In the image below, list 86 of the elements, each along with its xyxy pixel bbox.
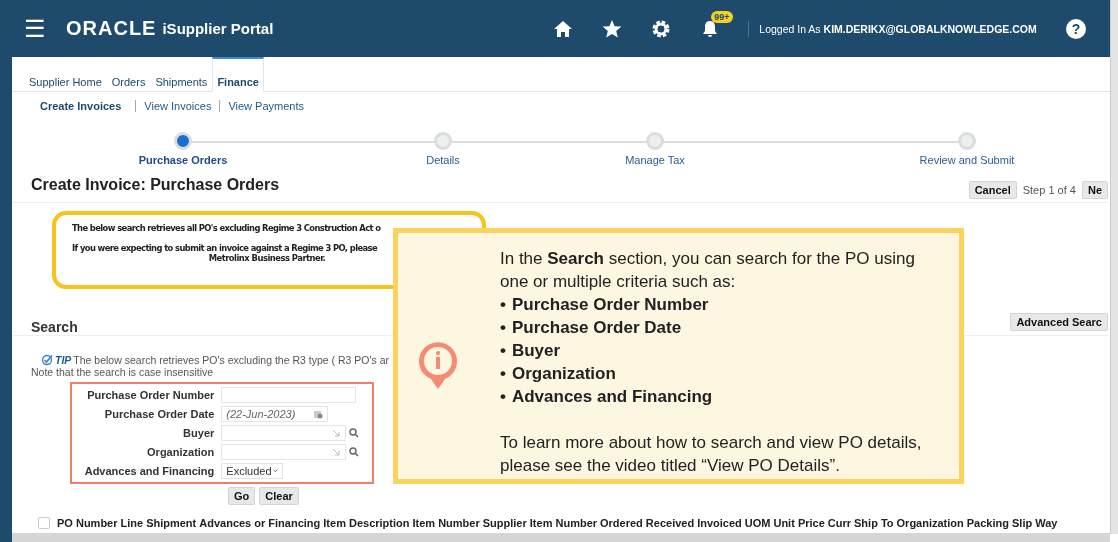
tab[interactable]: Finance bbox=[212, 57, 264, 92]
tip-text: The below search retrieves PO's excluding the R3 type ( R3 PO's ar bbox=[73, 354, 389, 366]
callout-text: To learn more about how to search and view PO details, please see the video titled “View PO Details”. bbox=[500, 432, 923, 477]
select-all-checkbox[interactable] bbox=[38, 517, 50, 529]
step-label[interactable]: Review and Submit bbox=[919, 154, 1015, 166]
form-button[interactable]: Go bbox=[228, 487, 256, 505]
lookup-field[interactable] bbox=[221, 444, 347, 460]
subtab-link[interactable]: View Payments bbox=[219, 100, 312, 112]
column-header[interactable]: Line bbox=[120, 517, 144, 529]
callout-item: Organization bbox=[511, 363, 616, 385]
settings-icon[interactable] bbox=[651, 18, 672, 39]
lookup-field[interactable] bbox=[221, 425, 347, 441]
column-header[interactable]: Advances or Financing bbox=[199, 517, 321, 529]
field-label: Purchase Order Date bbox=[103, 408, 215, 420]
callout-item: Purchase Order Date bbox=[511, 317, 682, 339]
user-label: Logged In As KIM.DERIKX@GLOBALKNOWLEDGE.COM bbox=[759, 22, 1037, 35]
tab[interactable]: Supplier Home bbox=[24, 57, 107, 91]
notice-text: Metrolinx Business Partner. bbox=[207, 253, 327, 263]
bullet: • bbox=[500, 294, 506, 316]
step-indicator: Step 1 of 4 bbox=[1022, 184, 1076, 196]
step-label[interactable]: Details bbox=[426, 154, 460, 166]
step-marker[interactable] bbox=[646, 132, 664, 150]
bullet: • bbox=[500, 317, 506, 339]
vertical-scrollbar[interactable] bbox=[1110, 0, 1118, 534]
callout-text: In the Search section, you can search for the PO using one or multiple criteria such as: bbox=[500, 248, 916, 293]
form-button[interactable]: Clear bbox=[259, 487, 299, 505]
bullet: • bbox=[500, 386, 506, 408]
column-header[interactable]: Curr bbox=[827, 517, 852, 529]
star-icon[interactable] bbox=[602, 18, 623, 39]
next-button[interactable]: Ne bbox=[1081, 181, 1108, 199]
subtab-link[interactable]: View Invoices bbox=[135, 100, 220, 112]
callout-item: Purchase Order Number bbox=[511, 294, 709, 316]
horizontal-scrollbar[interactable] bbox=[12, 533, 1110, 542]
notification-badge: 99+ bbox=[711, 10, 733, 23]
column-header[interactable]: Item Number bbox=[412, 517, 480, 529]
logo: ORACLE bbox=[66, 17, 157, 40]
column-header[interactable]: Ordered bbox=[600, 517, 643, 529]
field-label: Organization bbox=[146, 446, 215, 458]
bullet: • bbox=[500, 363, 506, 385]
column-header[interactable]: Invoiced bbox=[697, 517, 742, 529]
section-title: Search bbox=[31, 319, 78, 335]
step-marker[interactable] bbox=[174, 132, 192, 150]
field-label: Purchase Order Number bbox=[86, 389, 215, 401]
bullet: • bbox=[500, 340, 506, 362]
arrow-icon bbox=[331, 428, 342, 438]
tab[interactable]: Orders bbox=[106, 57, 151, 91]
field-label: Buyer bbox=[182, 427, 215, 439]
column-header[interactable]: Received bbox=[645, 517, 695, 529]
arrow-icon bbox=[331, 447, 342, 457]
step-marker[interactable] bbox=[958, 132, 976, 150]
note-text: Note that the search is case insensitive bbox=[31, 366, 214, 378]
dropdown[interactable]: Excluded bbox=[221, 463, 284, 479]
column-header[interactable]: UOM bbox=[744, 517, 771, 529]
column-header[interactable]: Unit Price bbox=[773, 517, 825, 529]
menu-button[interactable]: ☰ bbox=[24, 16, 46, 41]
column-header[interactable]: Supplier Item Number bbox=[482, 517, 598, 529]
notice-text: If you were expecting to submit an invoice against a Regime 3 PO, please bbox=[72, 243, 377, 253]
checkmark-icon bbox=[41, 354, 53, 366]
column-header[interactable]: Way bbox=[1035, 517, 1058, 529]
calendar-icon[interactable] bbox=[313, 409, 324, 419]
field-label: Advances and Financing bbox=[83, 465, 215, 477]
column-header[interactable]: PO Number bbox=[57, 517, 118, 529]
advanced-search-button[interactable]: Advanced Searc bbox=[1010, 313, 1108, 331]
notice-text: The below search retrieves all PO's excluding Regime 3 Construction Act o bbox=[72, 223, 381, 233]
column-header[interactable]: Packing Slip bbox=[966, 517, 1033, 529]
cancel-button[interactable]: Cancel bbox=[968, 181, 1017, 199]
home-icon[interactable] bbox=[553, 18, 574, 39]
callout-item: Buyer bbox=[511, 340, 561, 362]
help-button[interactable]: ? bbox=[1066, 18, 1086, 39]
column-header[interactable]: Organization bbox=[896, 517, 964, 529]
date-field[interactable]: (22-Jun-2023) bbox=[221, 406, 329, 422]
search-icon[interactable] bbox=[349, 447, 360, 457]
column-header[interactable]: Ship To bbox=[854, 517, 894, 529]
tip-label: TIP bbox=[55, 354, 72, 366]
step-label[interactable]: Manage Tax bbox=[625, 154, 685, 166]
callout-item: Advances and Financing bbox=[511, 386, 713, 408]
text-field[interactable] bbox=[221, 387, 357, 403]
search-icon[interactable] bbox=[349, 428, 360, 438]
column-header[interactable]: Shipment bbox=[146, 517, 197, 529]
subtab-link[interactable]: Create Invoices bbox=[32, 100, 130, 112]
tab[interactable]: Shipments bbox=[150, 57, 213, 91]
step-marker[interactable] bbox=[434, 132, 452, 150]
step-label[interactable]: Purchase Orders bbox=[138, 154, 228, 166]
product-name: iSupplier Portal bbox=[162, 20, 274, 37]
page-title: Create Invoice: Purchase Orders bbox=[31, 176, 280, 194]
column-header[interactable]: Item Description bbox=[323, 517, 410, 529]
